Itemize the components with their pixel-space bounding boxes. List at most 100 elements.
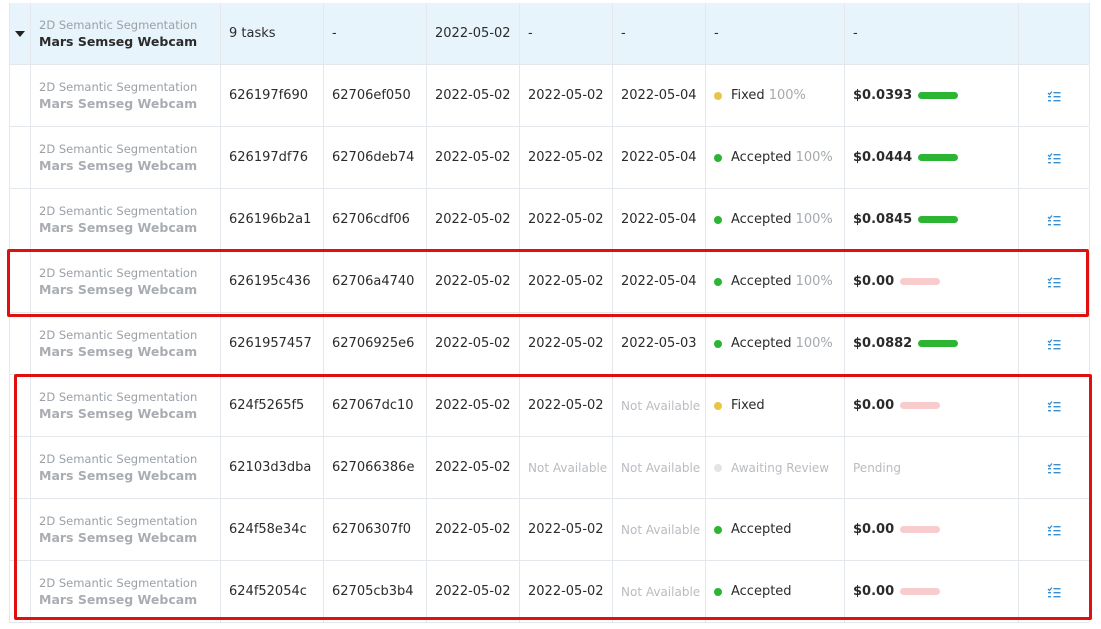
price-cell: $0.00 bbox=[845, 375, 1019, 436]
table-row[interactable]: 2D Semantic Segmentation Mars Semseg Webc… bbox=[9, 375, 1090, 437]
status-dot bbox=[714, 215, 722, 224]
row-spacer bbox=[10, 561, 31, 622]
project-cell: 2D Semantic Segmentation Mars Semseg Webc… bbox=[31, 561, 221, 622]
status-label: Accepted bbox=[731, 212, 792, 227]
expand-toggle[interactable] bbox=[10, 3, 31, 64]
checklist-icon[interactable] bbox=[1047, 400, 1061, 412]
status-label: Fixed bbox=[731, 398, 765, 413]
row-action[interactable] bbox=[1019, 189, 1090, 250]
task-id: 6261957457 bbox=[221, 313, 324, 374]
annotation-id: 62706a4740 bbox=[324, 251, 427, 312]
reviewed-date: 2022-05-04 bbox=[613, 65, 706, 126]
table-row[interactable]: 2D Semantic Segmentation Mars Semseg Webc… bbox=[9, 189, 1090, 251]
row-action[interactable] bbox=[1019, 313, 1090, 374]
row-action[interactable] bbox=[1019, 375, 1090, 436]
project-name: Mars Semseg Webcam bbox=[39, 158, 198, 173]
price: $0.00 bbox=[853, 584, 895, 599]
row-action[interactable] bbox=[1019, 561, 1090, 622]
group-row[interactable]: 2D Semantic Segmentation Mars Semseg Web… bbox=[9, 3, 1090, 65]
status-cell: Accepted 100% bbox=[706, 313, 845, 374]
task-id: 626197f690 bbox=[221, 65, 324, 126]
annotation-id: 62706925e6 bbox=[324, 313, 427, 374]
price-cell: $0.00 bbox=[845, 499, 1019, 560]
submitted-date: Not Available bbox=[520, 437, 613, 498]
created-date: 2022-05-02 bbox=[427, 437, 520, 498]
row-action[interactable] bbox=[1019, 127, 1090, 188]
created-date: 2022-05-02 bbox=[427, 561, 520, 622]
created-date: 2022-05-02 bbox=[427, 499, 520, 560]
row-spacer bbox=[10, 375, 31, 436]
table-row[interactable]: 2D Semantic Segmentation Mars Semseg Webc… bbox=[9, 437, 1090, 499]
row-action[interactable] bbox=[1019, 437, 1090, 498]
status-dot bbox=[714, 401, 722, 410]
task-id: 626196b2a1 bbox=[221, 189, 324, 250]
status-label: Accepted bbox=[731, 150, 792, 165]
task-id: 626197df76 bbox=[221, 127, 324, 188]
task-id: 624f5265f5 bbox=[221, 375, 324, 436]
price: $0.00 bbox=[853, 274, 895, 289]
price-cell: Pending bbox=[845, 437, 1019, 498]
status-cell: Accepted bbox=[706, 499, 845, 560]
checklist-icon[interactable] bbox=[1047, 586, 1061, 598]
table-row[interactable]: 2D Semantic Segmentation Mars Semseg Webc… bbox=[9, 251, 1090, 313]
checklist-icon[interactable] bbox=[1047, 524, 1061, 536]
table-row[interactable]: 2D Semantic Segmentation Mars Semseg Webc… bbox=[9, 127, 1090, 189]
table-row[interactable]: 2D Semantic Segmentation Mars Semseg Webc… bbox=[9, 65, 1090, 127]
status-dot bbox=[714, 91, 722, 100]
project-type: 2D Semantic Segmentation bbox=[39, 142, 198, 156]
checklist-icon[interactable] bbox=[1047, 338, 1061, 350]
project-type: 2D Semantic Segmentation bbox=[39, 328, 198, 342]
submitted-date: 2022-05-02 bbox=[520, 65, 613, 126]
price-bar bbox=[900, 402, 941, 409]
status-cell: Fixed bbox=[706, 375, 845, 436]
reviewed-date: 2022-05-03 bbox=[613, 313, 706, 374]
table-row[interactable]: 2D Semantic Segmentation Mars Semseg Webc… bbox=[9, 313, 1090, 375]
row-action[interactable] bbox=[1019, 499, 1090, 560]
reviewed-date: 2022-05-04 bbox=[613, 127, 706, 188]
annotation-id: 62706cdf06 bbox=[324, 189, 427, 250]
status-percent: 100% bbox=[795, 150, 833, 165]
group-col6: - bbox=[613, 3, 706, 64]
project-type: 2D Semantic Segmentation bbox=[39, 80, 198, 94]
status-percent: 100% bbox=[768, 88, 806, 103]
status-label: Awaiting Review bbox=[731, 460, 830, 475]
price-bar bbox=[900, 588, 941, 595]
project-cell: 2D Semantic Segmentation Mars Semseg Webc… bbox=[31, 375, 221, 436]
project-cell: 2D Semantic Segmentation Mars Semseg Webc… bbox=[31, 313, 221, 374]
table-row[interactable]: 2D Semantic Segmentation Mars Semseg Webc… bbox=[9, 561, 1090, 623]
submitted-date: 2022-05-02 bbox=[520, 375, 613, 436]
row-action[interactable] bbox=[1019, 251, 1090, 312]
row-spacer bbox=[10, 65, 31, 126]
row-action[interactable] bbox=[1019, 65, 1090, 126]
created-date: 2022-05-02 bbox=[427, 251, 520, 312]
price-bar bbox=[918, 154, 959, 161]
table-row[interactable]: 2D Semantic Segmentation Mars Semseg Webc… bbox=[9, 499, 1090, 561]
checklist-icon[interactable] bbox=[1047, 152, 1061, 164]
project-cell: 2D Semantic Segmentation Mars Semseg Webc… bbox=[31, 499, 221, 560]
group-col7: - bbox=[706, 3, 845, 64]
checklist-icon[interactable] bbox=[1047, 462, 1061, 474]
group-created: 2022-05-02 bbox=[427, 3, 520, 64]
project-cell: 2D Semantic Segmentation Mars Semseg Webc… bbox=[31, 189, 221, 250]
price-bar bbox=[900, 278, 941, 285]
price: $0.00 bbox=[853, 398, 895, 413]
price-bar bbox=[918, 92, 959, 99]
project-type: 2D Semantic Segmentation bbox=[39, 576, 198, 590]
price-bar bbox=[918, 216, 959, 223]
group-col8: - bbox=[845, 3, 1019, 64]
reviewed-date: 2022-05-04 bbox=[613, 189, 706, 250]
tasks-table: 2D Semantic Segmentation Mars Semseg Web… bbox=[9, 3, 1090, 623]
submitted-date: 2022-05-02 bbox=[520, 251, 613, 312]
reviewed-date: Not Available bbox=[613, 499, 706, 560]
checklist-icon[interactable] bbox=[1047, 214, 1061, 226]
status-cell: Accepted 100% bbox=[706, 251, 845, 312]
status-cell: Fixed 100% bbox=[706, 65, 845, 126]
status-percent: 100% bbox=[795, 212, 833, 227]
created-date: 2022-05-02 bbox=[427, 375, 520, 436]
reviewed-date: Not Available bbox=[613, 561, 706, 622]
checklist-icon[interactable] bbox=[1047, 90, 1061, 102]
status-dot bbox=[714, 153, 722, 162]
caret-down-icon[interactable] bbox=[15, 30, 25, 37]
submitted-date: 2022-05-02 bbox=[520, 127, 613, 188]
checklist-icon[interactable] bbox=[1047, 276, 1061, 288]
